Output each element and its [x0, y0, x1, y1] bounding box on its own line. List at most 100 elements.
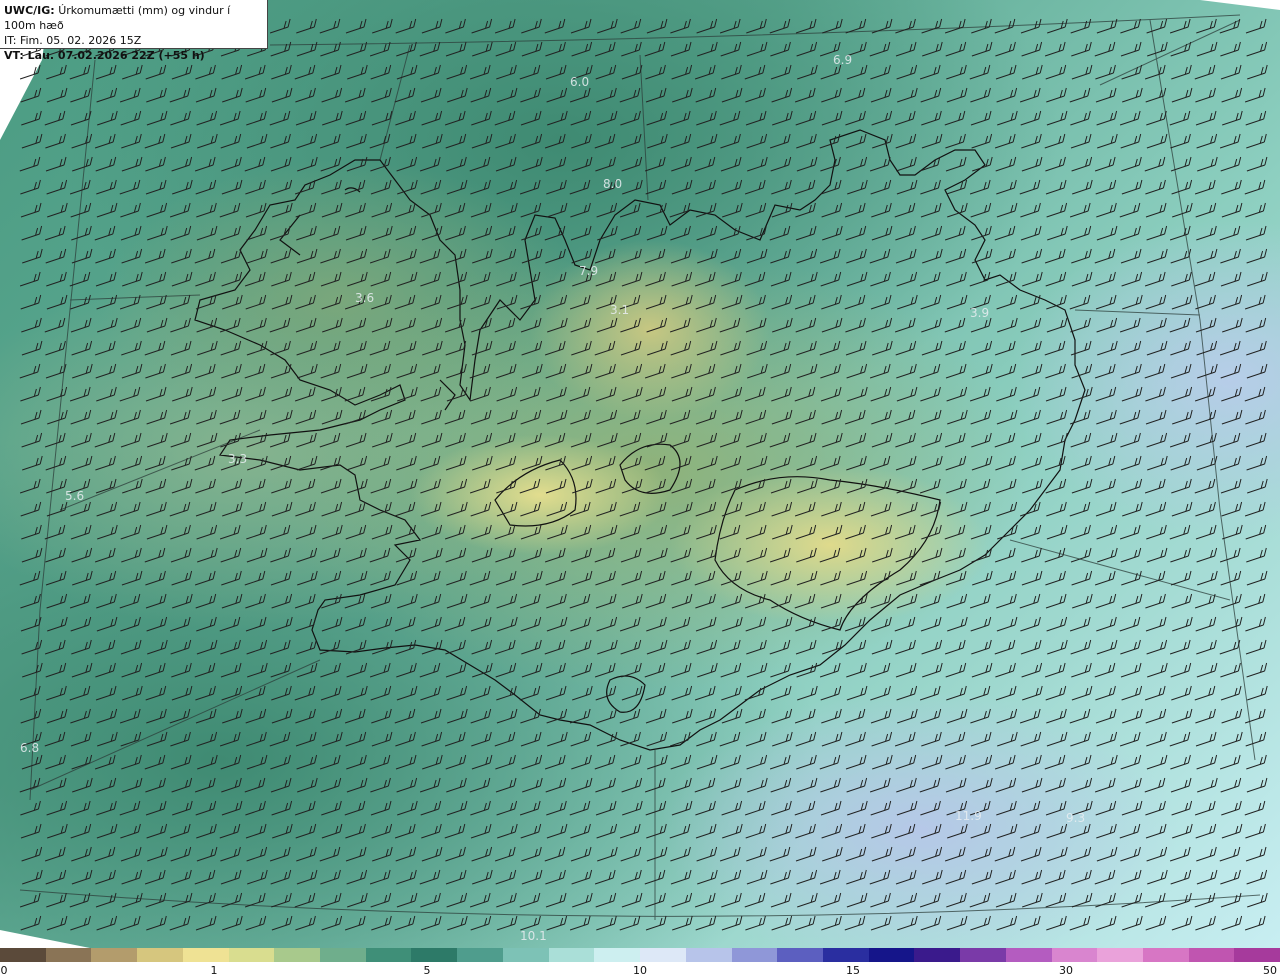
- wind-barb: [570, 616, 591, 632]
- wind-barb: [1221, 708, 1243, 724]
- wind-barb: [146, 409, 168, 425]
- wind-barb: [694, 892, 716, 908]
- wind-barb: [1244, 179, 1266, 195]
- wind-barb: [196, 524, 218, 540]
- legend-color-segment: [457, 948, 503, 962]
- wind-barb: [220, 869, 242, 885]
- wind-barb: [1020, 524, 1042, 540]
- wind-barb: [846, 363, 868, 379]
- wind-barb: [19, 892, 41, 908]
- wind-barb: [1046, 708, 1067, 724]
- wind-barb: [446, 478, 468, 494]
- wind-barb: [1119, 409, 1141, 425]
- wind-barb: [994, 133, 1016, 149]
- wind-barb: [796, 41, 818, 57]
- wind-barb: [1171, 179, 1193, 195]
- wind-barb: [422, 340, 443, 356]
- wind-barb: [371, 87, 392, 103]
- wind-barb: [295, 110, 317, 126]
- wind-barb: [694, 570, 716, 586]
- wind-barb: [195, 892, 216, 908]
- wind-barb: [144, 340, 166, 356]
- wind-barb: [446, 179, 468, 195]
- wind-barb: [222, 87, 243, 103]
- wind-barb: [269, 639, 291, 655]
- wind-barb: [670, 340, 692, 356]
- wind-barb: [419, 570, 441, 586]
- value-label-northeast-sea: 6.9: [833, 53, 852, 67]
- wind-barb: [847, 800, 868, 816]
- wind-barb: [696, 110, 717, 126]
- wind-barb: [320, 892, 342, 908]
- wind-barb: [672, 915, 693, 931]
- wind-barb: [345, 317, 367, 333]
- wind-barb: [545, 570, 567, 586]
- wind-barb: [169, 616, 191, 632]
- wind-barb: [470, 179, 491, 195]
- wind-barb: [346, 547, 367, 563]
- legend-color-segment: [228, 948, 275, 962]
- wind-barb: [1169, 110, 1191, 126]
- wind-barb: [271, 87, 293, 103]
- legend-color-segment: [1234, 948, 1280, 962]
- wind-barb: [621, 662, 642, 678]
- wind-barb: [395, 754, 417, 770]
- wind-barb: [770, 570, 792, 586]
- wind-barb: [72, 570, 93, 586]
- wind-barb: [970, 524, 992, 540]
- wind-barb: [1120, 340, 1142, 356]
- wind-barb: [1096, 409, 1117, 425]
- wind-barb: [70, 87, 91, 103]
- wind-barb: [319, 340, 341, 356]
- wind-barb: [245, 708, 267, 724]
- wind-barb: [1144, 271, 1166, 287]
- wind-barb: [544, 846, 566, 862]
- wind-barb: [595, 800, 617, 816]
- wind-barb: [470, 294, 492, 310]
- wind-barb: [521, 869, 543, 885]
- wind-barb: [196, 202, 217, 218]
- wind-barb: [645, 593, 667, 609]
- wind-barb: [946, 478, 967, 494]
- wind-barb: [694, 685, 716, 701]
- wind-barb: [494, 731, 516, 747]
- wind-barb: [697, 455, 718, 471]
- wind-barb: [646, 409, 667, 425]
- wind-barb: [144, 869, 166, 885]
- wind-barb: [369, 547, 391, 563]
- wind-barb: [1146, 731, 1167, 747]
- wind-barb: [246, 754, 268, 770]
- wind-barb: [445, 133, 467, 149]
- wind-barb: [370, 478, 392, 494]
- wind-barb: [297, 777, 318, 793]
- wind-barb: [869, 869, 891, 885]
- wind-barb: [519, 478, 541, 494]
- wind-barb: [421, 409, 442, 425]
- wind-barb: [870, 501, 892, 517]
- wind-barb: [769, 639, 791, 655]
- wind-barb: [919, 777, 941, 793]
- wind-barb: [1246, 340, 1267, 356]
- wind-barb: [521, 432, 542, 448]
- wind-barb: [369, 133, 391, 149]
- wind-barb: [1145, 616, 1167, 632]
- wind-barb: [1245, 731, 1267, 747]
- wind-barb: [970, 317, 992, 333]
- wind-barb: [196, 317, 218, 333]
- wind-barb: [995, 869, 1016, 885]
- wind-barb: [496, 593, 518, 609]
- wind-barb: [196, 110, 218, 126]
- wind-barb: [346, 363, 368, 379]
- wind-barb: [622, 386, 643, 402]
- wind-barb: [1146, 432, 1168, 448]
- wind-barb: [795, 639, 817, 655]
- wind-barb: [169, 409, 191, 425]
- wind-barb: [569, 593, 591, 609]
- wind-barb: [96, 386, 117, 402]
- wind-barb: [320, 455, 341, 471]
- wind-barb: [345, 846, 367, 862]
- wind-barb: [570, 823, 591, 839]
- wind-barb: [771, 800, 792, 816]
- wind-barb: [194, 248, 216, 264]
- legend-color-segment: [0, 948, 46, 962]
